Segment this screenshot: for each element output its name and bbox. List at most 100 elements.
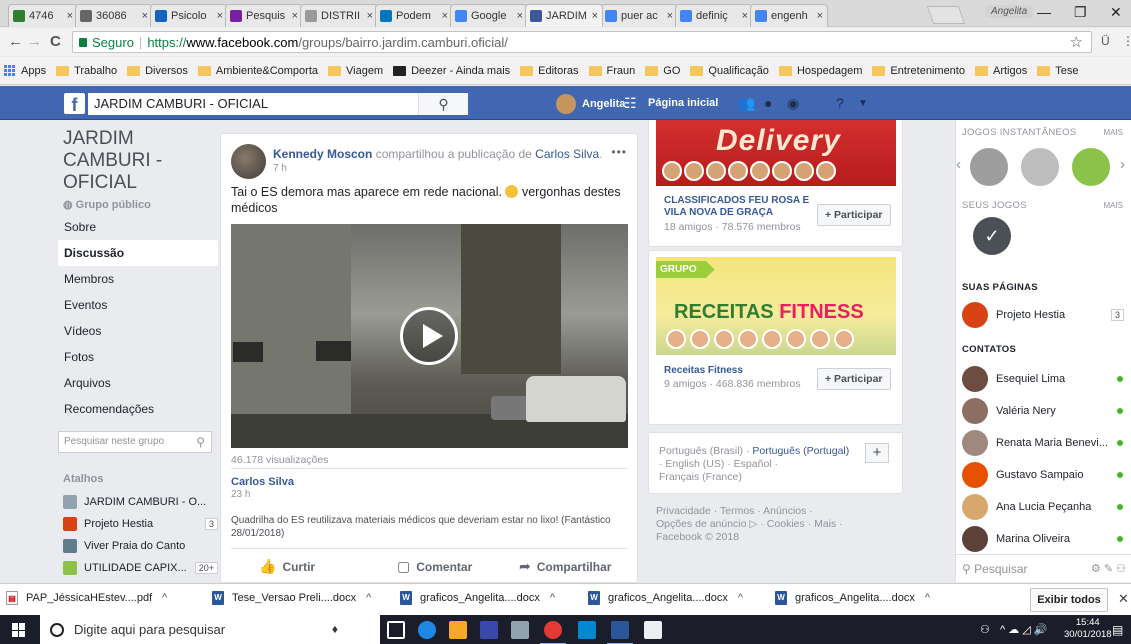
menu-icon[interactable]: ⋮ [1122,34,1131,48]
close-tab-icon[interactable]: × [592,10,598,22]
shortcut-item[interactable]: Viver Praia do Canto [63,535,218,557]
group-nav-item[interactable]: Recomendações [58,396,218,422]
group-title[interactable]: JARDIM CAMBURI - OFICIAL [63,128,218,194]
original-timestamp[interactable]: 23 h [231,489,250,500]
messages-icon[interactable]: ● [764,95,772,111]
close-tab-icon[interactable]: × [367,10,373,22]
close-window-icon[interactable]: ✕ [1110,4,1122,21]
group-nav-item[interactable]: Discussão [58,240,218,266]
footer-links[interactable]: Opções de anúncio ▷ · Cookies · Mais · [656,518,843,530]
browser-tab[interactable]: Podem × [375,4,453,27]
edge-icon[interactable] [418,621,436,639]
download-item[interactable]: Wgraficos_Angelita....docx ^ [775,591,930,605]
close-icon[interactable]: ✕ [1118,591,1129,607]
chevron-left-icon[interactable]: ‹ [956,156,961,173]
bookmark-apps[interactable]: Apps [4,64,46,77]
group-banner[interactable]: GRUPO RECEITAS FITNESS [656,257,896,355]
more-options-icon[interactable]: ••• [611,145,627,159]
bookmark-folder[interactable]: Fraun [588,65,635,77]
notifications-icon[interactable]: ▤ [1112,623,1123,637]
notifications-globe-icon[interactable]: ◉ [787,95,799,112]
play-icon[interactable] [400,307,458,365]
download-item[interactable]: Wgraficos_Angelita....docx ^ [588,591,743,605]
share-button[interactable]: ➦ Compartilhar [519,558,611,575]
chevron-up-icon[interactable]: ^ [738,592,743,604]
group-banner[interactable]: ~~~~~ Delivery [656,120,896,186]
new-tab-button[interactable] [926,6,966,24]
minimize-icon[interactable]: — [1037,4,1051,20]
reload-icon[interactable]: C [50,33,61,50]
shortcut-item[interactable]: JARDIM CAMBURI - O... [63,491,218,513]
download-item[interactable]: ▤ PAP_JéssicaHEstev....pdf ^ [6,591,167,605]
bookmark-folder[interactable]: Artigos [974,65,1027,77]
bookmark-folder[interactable]: Qualificação [690,65,769,77]
video-player[interactable] [231,224,628,448]
browser-tab[interactable]: Google × [450,4,528,27]
footer-links[interactable]: Privacidade · Termos · Anúncios · [656,505,813,517]
game-avatar[interactable] [1019,146,1061,188]
group-nav-item[interactable]: Fotos [58,344,218,370]
contact-item[interactable]: Esequiel Lima [962,365,1128,393]
bookmark-folder[interactable]: GO [645,65,680,77]
help-icon[interactable]: ? [836,95,844,111]
group-name-link[interactable]: Receitas Fitness [664,365,743,377]
avatar[interactable] [231,144,266,179]
close-tab-icon[interactable]: × [67,10,73,22]
browser-tab[interactable]: puer ac × [600,4,678,27]
language-link[interactable]: · English (US) · Español · [659,458,778,470]
contact-item[interactable]: Valéria Nery [962,397,1128,425]
show-all-downloads-button[interactable]: Exibir todos [1030,588,1108,612]
contact-item[interactable]: Renata Maria Benevi... [962,429,1128,457]
profile-button[interactable]: Angelita [985,5,1034,18]
browser-tab[interactable]: Psicolo × [150,4,228,27]
home-link[interactable]: Página inicial [648,97,718,109]
close-tab-icon[interactable]: × [142,10,148,22]
bookmark-folder[interactable]: Deezer - Ainda mais [393,65,510,77]
bookmark-folder[interactable]: Hospedagem [778,65,862,77]
people-icon[interactable]: ⚇ [980,623,990,636]
search-icon[interactable]: ⚲ [418,93,468,115]
join-group-button[interactable]: + Participar [817,204,891,226]
download-item[interactable]: W Tese_Versao Preli....docx ^ [212,591,371,605]
page-item[interactable]: Projeto Hestia 3 [962,301,1128,329]
app-icon[interactable] [578,621,596,639]
language-link[interactable]: Français (France) [659,471,742,483]
group-nav-item[interactable]: Membros [58,266,218,292]
group-name-link[interactable]: CLASSIFICADOS FEU ROSA E VILA NOVA DE GR… [664,195,812,219]
bookmark-folder[interactable]: Editoras [520,65,579,77]
bookmark-folder[interactable]: Entretenimento [872,65,965,77]
bookmark-folder[interactable]: Ambiente&Comporta [197,65,318,77]
close-tab-icon[interactable]: × [442,10,448,22]
forward-icon[interactable]: → [27,33,42,50]
friend-requests-icon[interactable]: 👥 [738,95,755,112]
post-timestamp[interactable]: 7 h [273,163,287,174]
game-avatar[interactable] [1070,146,1112,188]
extension-icon[interactable]: Ü [1101,34,1110,48]
profile-link[interactable]: Angelita [556,94,625,114]
contact-item[interactable]: Marina Oliveira [962,525,1128,553]
join-group-button[interactable]: + Participar [817,368,891,390]
close-tab-icon[interactable]: × [817,10,823,22]
language-link[interactable]: Português (Portugal) [752,445,849,457]
contact-item[interactable]: Gustavo Sampaio [962,461,1128,489]
shared-from-link[interactable]: Carlos Silva [535,147,599,161]
chat-search-input[interactable]: ⚲ Pesquisar ⚙ ✎ ⚇ [956,554,1131,582]
system-clock[interactable]: 15:44 30/01/2018 [1064,617,1112,641]
games-more-link[interactable]: MAIS [1103,128,1123,137]
microphone-icon[interactable]: ♦ [332,622,338,636]
browser-tab[interactable]: Pesquis × [225,4,303,27]
chevron-right-icon[interactable]: › [1120,156,1125,173]
windows-start-icon[interactable] [12,623,26,637]
post-author-link[interactable]: Kennedy Moscon [273,147,372,161]
original-author-link[interactable]: Carlos Silva [231,476,294,488]
group-nav-item[interactable]: Sobre [58,214,218,240]
close-tab-icon[interactable]: × [742,10,748,22]
close-tab-icon[interactable]: × [667,10,673,22]
task-view-icon[interactable] [387,621,405,639]
my-games-more-link[interactable]: MAIS [1103,201,1123,210]
app-icon[interactable] [511,621,529,639]
facebook-logo-icon[interactable]: f [64,93,85,115]
bookmark-star-icon[interactable]: ☆ [1070,33,1083,51]
browser-tab[interactable]: DISTRII × [300,4,378,27]
back-icon[interactable]: ← [8,33,23,50]
